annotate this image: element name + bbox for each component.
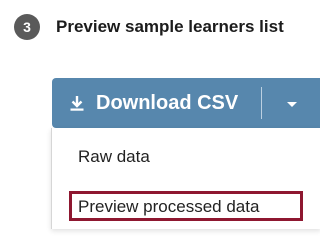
menu-item-preview-processed-data[interactable]: Preview processed data: [78, 197, 259, 217]
download-csv-label: Download CSV: [96, 91, 239, 114]
step-header: 3 Preview sample learners list: [14, 14, 284, 40]
menu-item-raw-data[interactable]: Raw data: [78, 147, 150, 167]
button-divider: [261, 78, 262, 128]
download-button-group: Download CSV: [52, 78, 320, 128]
page: 3 Preview sample learners list Download …: [0, 0, 320, 229]
download-icon: [68, 94, 86, 112]
step-number-badge: 3: [14, 14, 40, 40]
chevron-down-icon: [287, 101, 297, 107]
download-csv-button[interactable]: Download CSV: [52, 78, 261, 128]
download-options-toggle[interactable]: [262, 78, 320, 128]
step-title: Preview sample learners list: [56, 17, 284, 36]
download-options-menu: Raw data Preview processed data: [51, 128, 320, 229]
